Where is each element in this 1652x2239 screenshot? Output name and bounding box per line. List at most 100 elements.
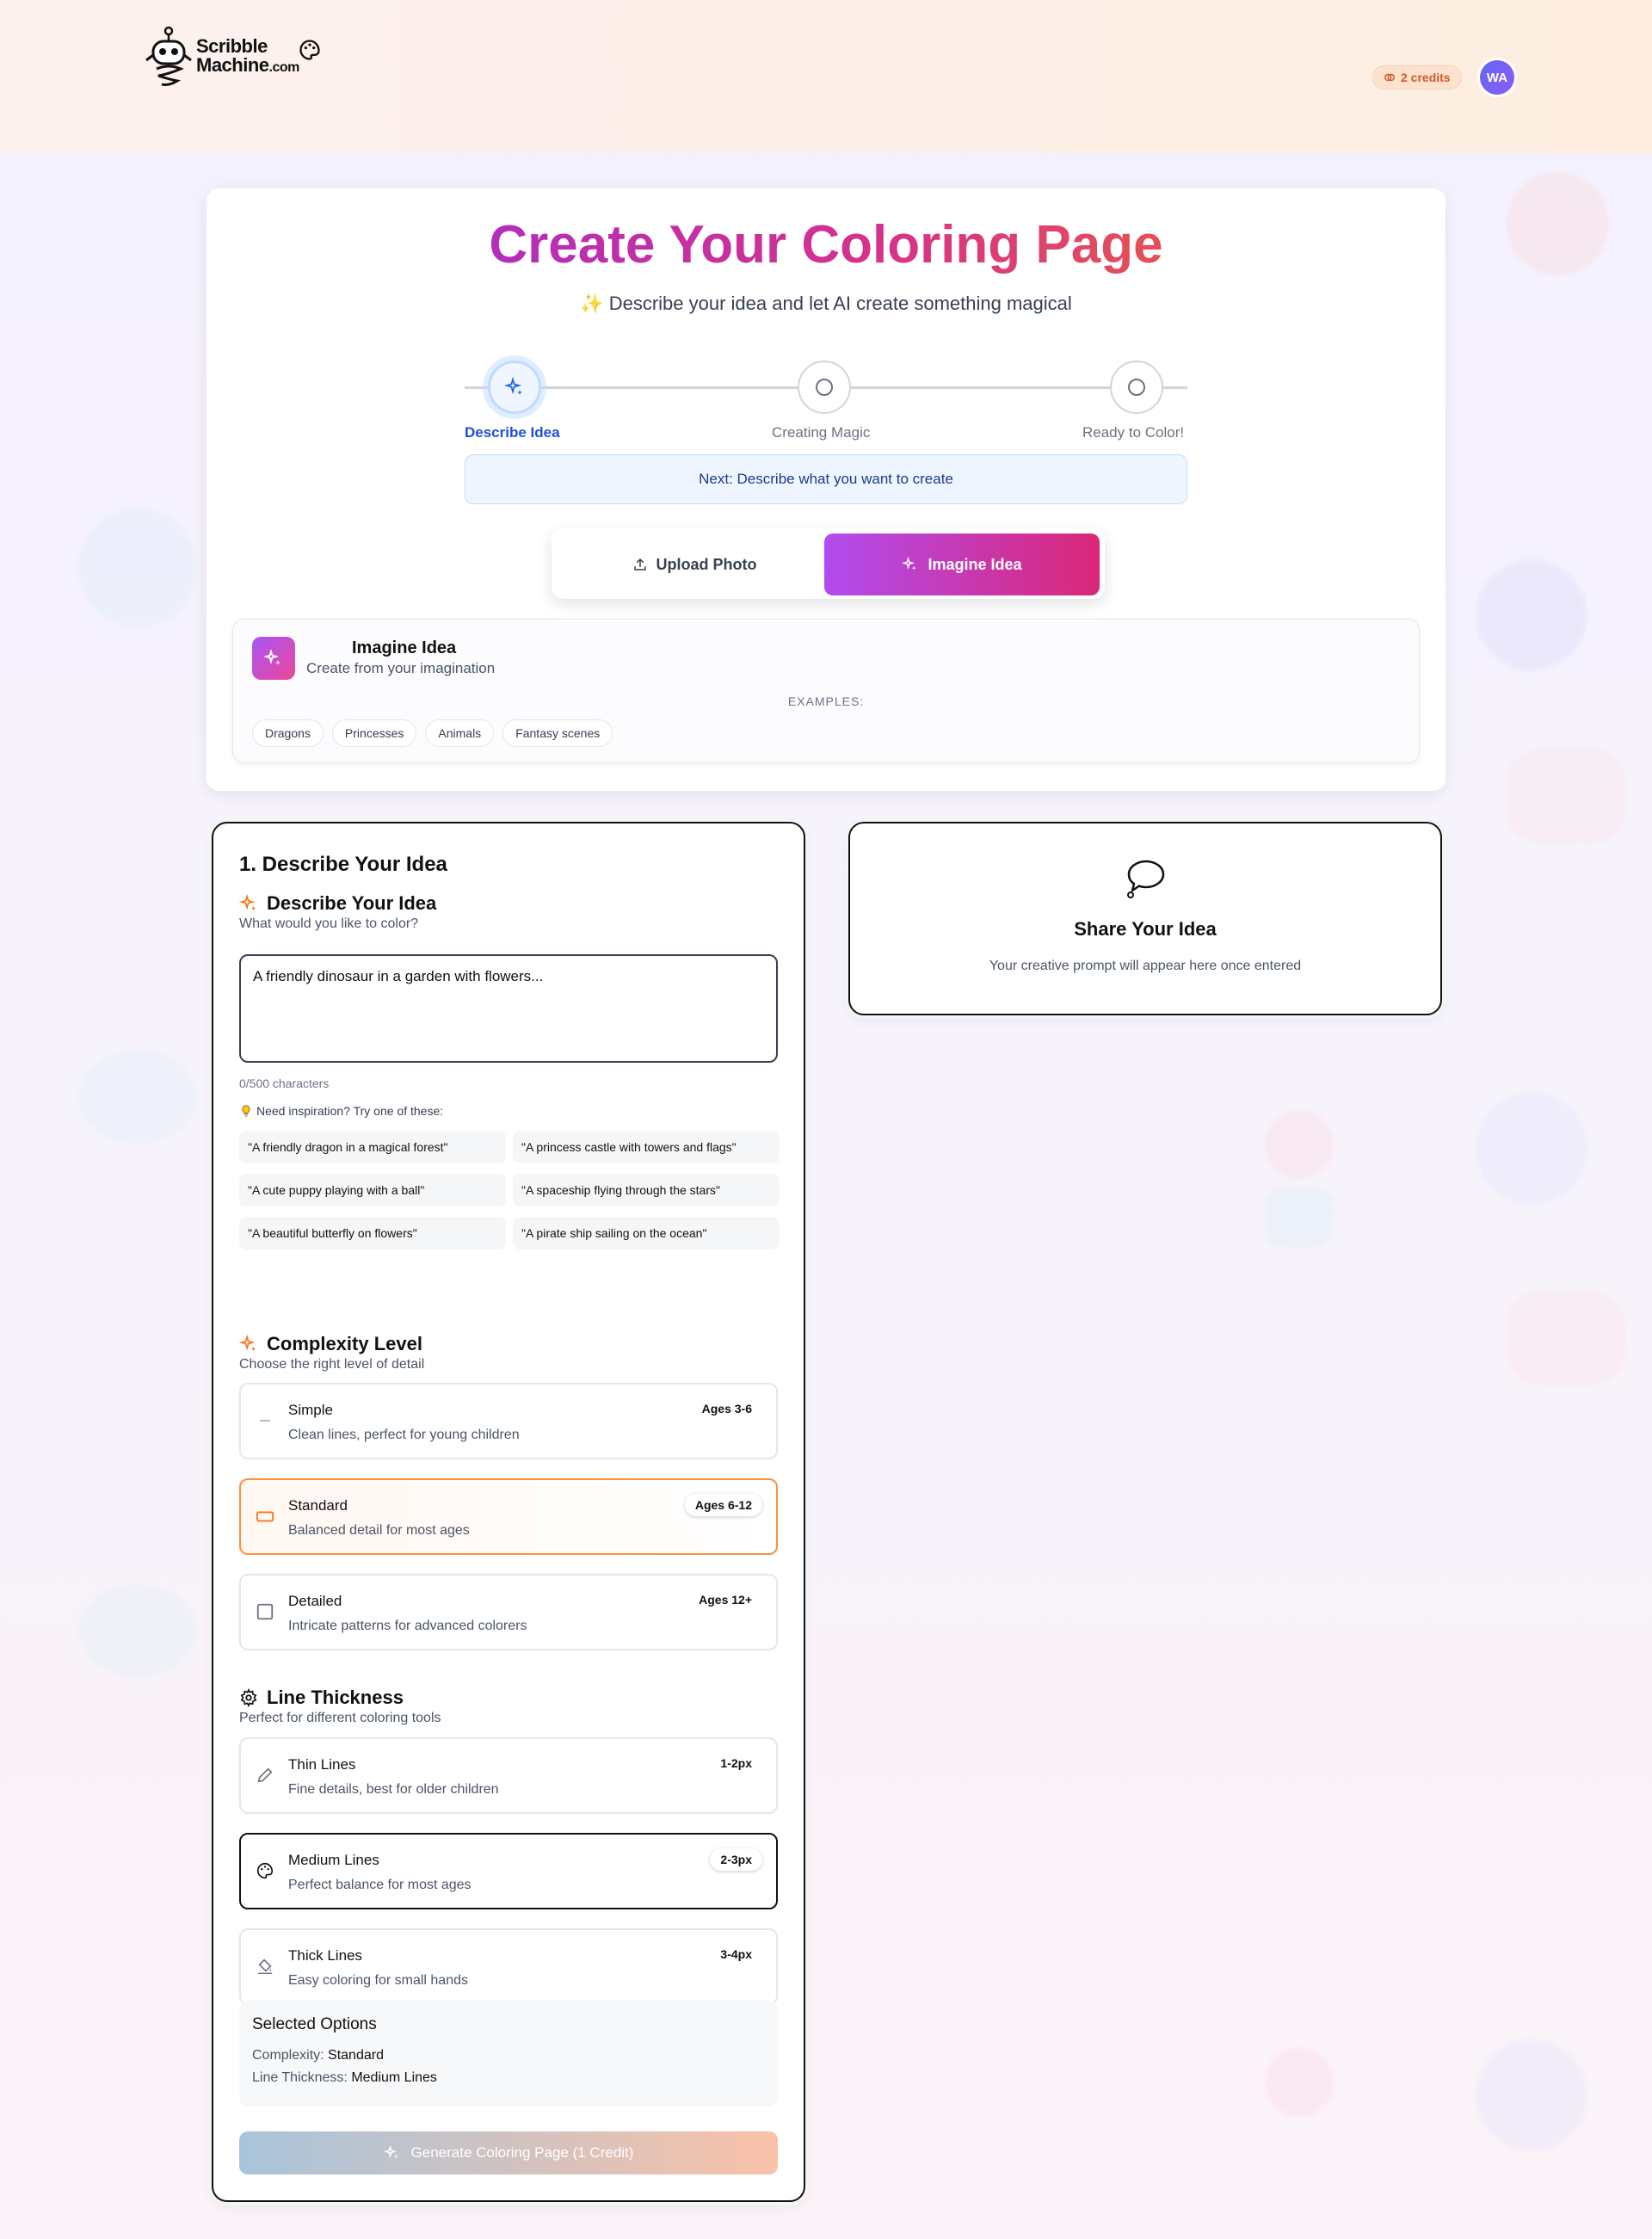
logo-suffix: .com	[268, 59, 300, 75]
upload-icon	[633, 558, 646, 571]
upload-photo-button[interactable]: Upload Photo	[557, 534, 832, 595]
summary-thickness: Line Thickness: Medium Lines	[252, 2070, 765, 2086]
selected-options-summary: Selected Options Complexity: Standard Li…	[239, 2000, 778, 2107]
next-step-hint: Next: Describe what you want to create	[465, 454, 1187, 504]
step-describe-circle	[488, 361, 541, 414]
suggestion-item[interactable]: "A cute puppy playing with a ball"	[239, 1174, 506, 1206]
pencil-icon	[255, 1765, 275, 1786]
thickness-heading: Line Thickness	[239, 1687, 404, 1709]
imagine-card-subtitle: Create from your imagination	[306, 660, 496, 676]
describe-subheading: What would you like to color?	[239, 916, 419, 931]
thought-bubble-icon	[1127, 860, 1165, 898]
generate-button[interactable]: Generate Coloring Page (1 Credit)	[239, 2131, 778, 2174]
hero-card: Create Your Coloring Page ✨ Describe you…	[206, 188, 1446, 791]
decor-blob	[77, 1050, 198, 1144]
decor-blob	[77, 508, 198, 628]
decor-blob	[1506, 749, 1626, 843]
summary-complexity-label: Complexity:	[252, 2048, 324, 2063]
page-subtitle-text: Describe your idea and let AI create som…	[608, 293, 1072, 314]
decor-blob	[1265, 1110, 1334, 1179]
complexity-option-detailed[interactable]: Detailed Intricate patterns for advanced…	[239, 1574, 778, 1650]
logo-text: Scribble Machine.com	[196, 36, 300, 77]
upload-photo-label: Upload Photo	[656, 555, 757, 573]
paint-bucket-icon	[255, 1956, 275, 1977]
option-badge: Ages 3-6	[701, 1402, 752, 1416]
step-ready-circle	[1110, 361, 1163, 414]
robot-logo-icon	[145, 26, 192, 86]
credits-text: 2 credits	[1401, 71, 1451, 84]
example-chip[interactable]: Princesses	[331, 719, 417, 747]
step-ready-label: Ready to Color!	[1082, 424, 1185, 441]
sparkles-icon	[504, 377, 522, 395]
logo[interactable]: Scribble Machine.com	[145, 24, 322, 89]
decor-blob	[77, 1583, 198, 1678]
option-title: Thick Lines	[288, 1947, 362, 1964]
thickness-option-thin[interactable]: Thin Lines Fine details, best for older …	[239, 1737, 778, 1814]
complexity-option-standard[interactable]: Standard Balanced detail for most ages A…	[239, 1478, 778, 1555]
step-describe-label: Describe Idea	[465, 424, 560, 441]
option-badge: 2-3px	[710, 1848, 762, 1871]
option-desc: Clean lines, perfect for young children	[288, 1428, 520, 1442]
prompt-input[interactable]: A friendly dinosaur in a garden with flo…	[239, 954, 778, 1063]
page-title: Create Your Coloring Page	[206, 214, 1446, 275]
square-icon	[255, 1601, 275, 1622]
thickness-subheading: Perfect for different coloring tools	[239, 1711, 441, 1725]
imagine-idea-card: Imagine Idea Create from your imaginatio…	[232, 619, 1420, 763]
circle-icon	[1128, 379, 1145, 396]
option-desc: Balanced detail for most ages	[288, 1523, 470, 1538]
complexity-subheading: Choose the right level of detail	[239, 1357, 425, 1372]
suggestion-item[interactable]: "A friendly dragon in a magical forest"	[239, 1131, 506, 1163]
lightbulb-icon	[242, 1105, 250, 1117]
complexity-option-simple[interactable]: Simple Clean lines, perfect for young ch…	[239, 1383, 778, 1459]
option-title: Detailed	[288, 1593, 342, 1609]
credits-badge[interactable]: 2 credits	[1372, 65, 1462, 89]
imagine-idea-button[interactable]: Imagine Idea	[824, 534, 1100, 595]
example-chip[interactable]: Dragons	[252, 719, 324, 747]
summary-complexity-value: Standard	[328, 2048, 384, 2063]
thickness-option-medium[interactable]: Medium Lines Perfect balance for most ag…	[239, 1833, 778, 1909]
option-desc: Easy coloring for small hands	[288, 1973, 468, 1988]
option-badge: 1-2px	[720, 1756, 752, 1770]
mode-switch: Upload Photo Imagine Idea	[552, 528, 1105, 599]
coin-icon	[1384, 73, 1395, 82]
panel-title: 1. Describe Your Idea	[239, 853, 447, 876]
decor-blob	[1476, 1093, 1587, 1205]
decor-blob	[1506, 1291, 1626, 1385]
logo-line2: Machine	[196, 53, 269, 76]
prompt-placeholder: A friendly dinosaur in a garden with flo…	[253, 968, 544, 984]
suggestion-item[interactable]: "A pirate ship sailing on the ocean"	[513, 1217, 780, 1249]
example-chips: Dragons Princesses Animals Fantasy scene…	[252, 719, 613, 747]
page-subtitle: ✨ Describe your idea and let AI create s…	[206, 293, 1446, 315]
user-avatar[interactable]: WA	[1480, 60, 1514, 95]
examples-label: EXAMPLES:	[787, 694, 865, 708]
top-header: Scribble Machine.com 2 credits WA	[0, 0, 1652, 153]
complexity-heading: Complexity Level	[239, 1333, 422, 1355]
suggestion-item[interactable]: "A beautiful butterfly on flowers"	[239, 1217, 506, 1249]
sparkles-icon	[239, 1335, 256, 1352]
minus-icon	[255, 1410, 275, 1431]
summary-thickness-value: Medium Lines	[351, 2070, 437, 2085]
share-title: Share Your Idea	[1074, 918, 1217, 940]
option-title: Thin Lines	[288, 1756, 356, 1773]
describe-idea-panel: 1. Describe Your Idea Describe Your Idea…	[212, 822, 805, 2202]
inspiration-label: Need inspiration? Try one of these:	[239, 1104, 443, 1118]
magic-wand-icon	[383, 2144, 398, 2159]
example-chip[interactable]: Fantasy scenes	[502, 719, 613, 747]
option-title: Medium Lines	[288, 1852, 379, 1868]
rectangle-icon	[255, 1506, 275, 1527]
share-subtitle: Your creative prompt will appear here on…	[989, 959, 1302, 973]
generate-button-label: Generate Coloring Page (1 Credit)	[410, 2144, 634, 2161]
suggestion-item[interactable]: "A spaceship flying through the stars"	[513, 1174, 780, 1206]
decor-blob	[1476, 559, 1587, 671]
suggestion-item[interactable]: "A princess castle with towers and flags…	[513, 1131, 780, 1163]
thickness-option-thick[interactable]: Thick Lines Easy coloring for small hand…	[239, 1928, 778, 2005]
sparkles-icon	[239, 894, 256, 911]
complexity-heading-text: Complexity Level	[267, 1333, 422, 1354]
progress-steps: Describe Idea Creating Magic Ready to Co…	[465, 345, 1187, 441]
option-desc: Perfect balance for most ages	[288, 1878, 472, 1892]
circle-icon	[816, 379, 833, 396]
option-title: Standard	[288, 1497, 348, 1514]
step-creating-circle	[798, 361, 851, 414]
example-chip[interactable]: Animals	[425, 719, 495, 747]
option-desc: Intricate patterns for advanced colorers	[288, 1619, 527, 1633]
